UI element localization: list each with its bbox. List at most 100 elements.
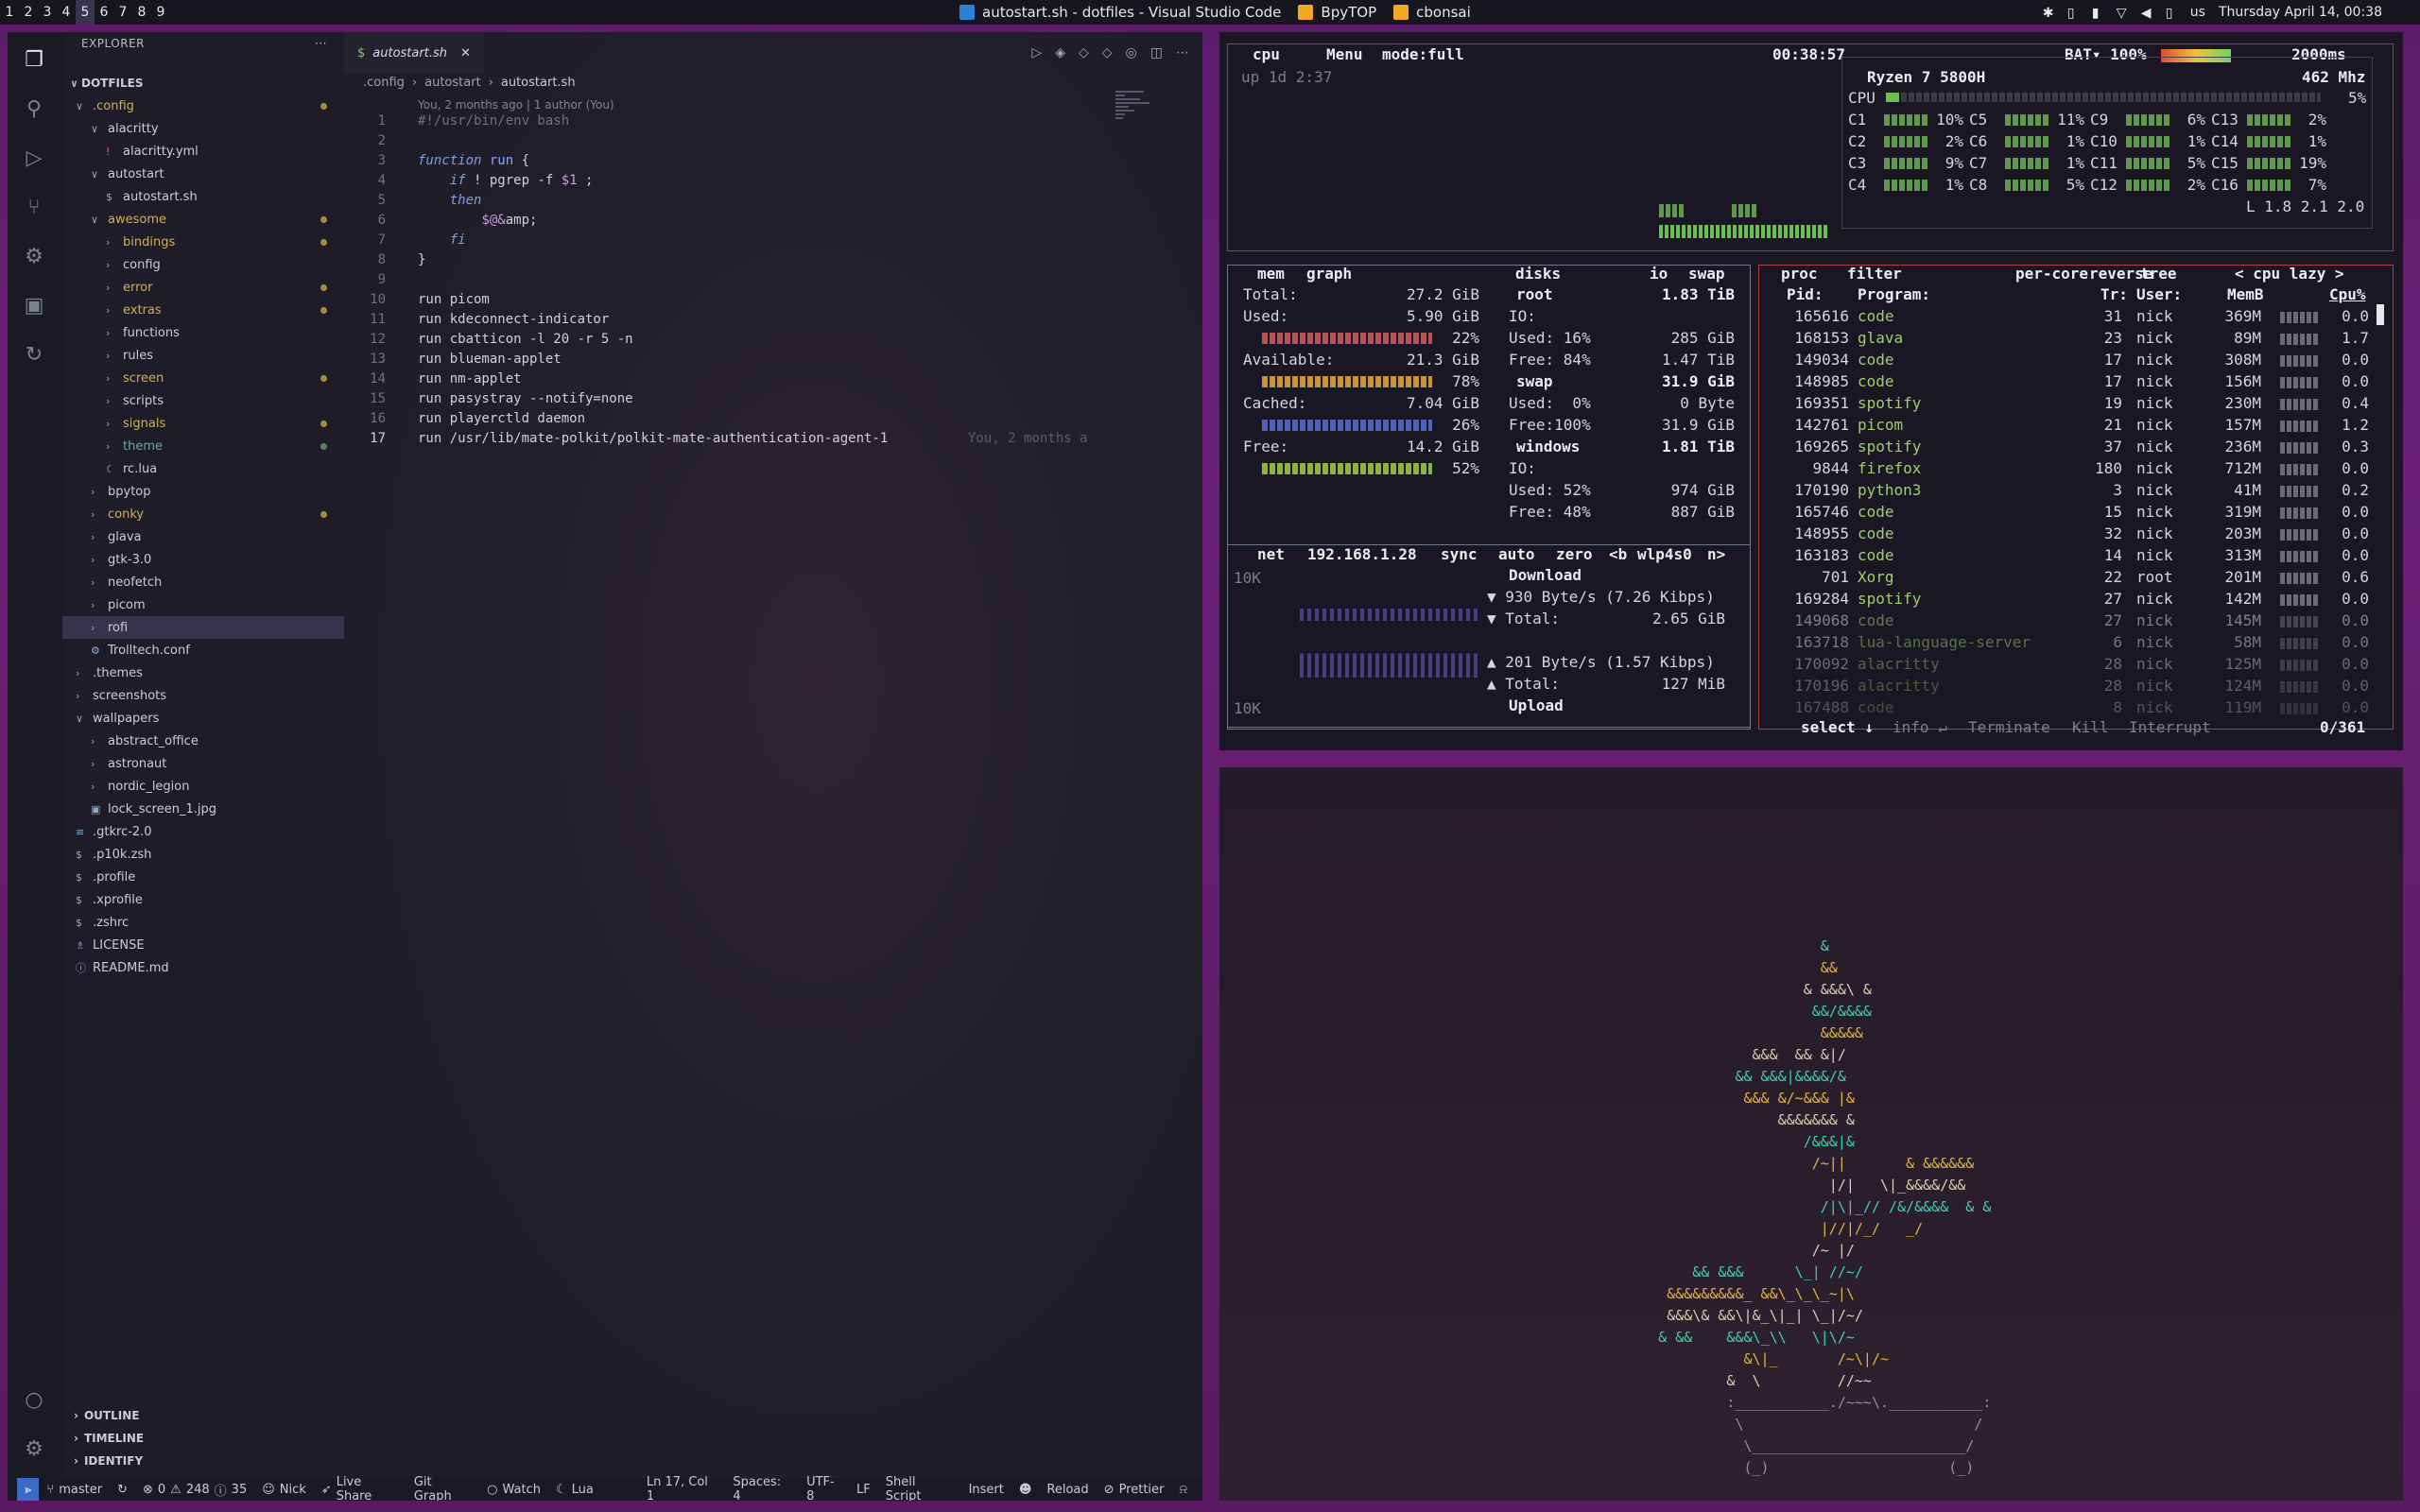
- proc-row[interactable]: 169284 spotify 27 nick 142M 0.0: [1768, 590, 2382, 611]
- file-item[interactable]: $ .p10k.zsh: [62, 843, 344, 866]
- split-editor-icon[interactable]: ◫: [1150, 45, 1163, 60]
- sync-button[interactable]: ↻: [117, 1483, 128, 1497]
- proc-row[interactable]: 165616 code 31 nick 369M 0.0: [1768, 307, 2382, 329]
- volume-icon[interactable]: ◀: [2141, 6, 2152, 21]
- proc-row[interactable]: 149034 code 17 nick 308M 0.0: [1768, 351, 2382, 372]
- file-item[interactable]: ⚙ Trolltech.conf: [62, 639, 344, 662]
- workspace-4[interactable]: 4: [57, 0, 76, 25]
- folder-item[interactable]: › error: [62, 276, 344, 299]
- workspace-9[interactable]: 9: [151, 0, 170, 25]
- source-control-icon[interactable]: ⑂: [20, 193, 48, 221]
- workspace-root[interactable]: ∨ DOTFILES: [62, 72, 344, 94]
- git-previous-icon[interactable]: ◇: [1079, 45, 1089, 60]
- folder-item[interactable]: › abstract_office: [62, 730, 344, 752]
- language-mode[interactable]: Shell Script: [886, 1475, 954, 1501]
- minimap[interactable]: [1115, 89, 1191, 146]
- folder-item[interactable]: ∨ alacritty: [62, 117, 344, 140]
- explorer-icon[interactable]: ❐: [20, 45, 48, 74]
- folder-item[interactable]: › conky: [62, 503, 344, 525]
- proc-scrollbar[interactable]: [2377, 304, 2384, 325]
- file-item[interactable]: ▣ lock_screen_1.jpg: [62, 798, 344, 820]
- git-compare-icon[interactable]: ◈: [1055, 45, 1065, 60]
- proc-row[interactable]: 163718 lua-language-server 6 nick 58M 0.0: [1768, 633, 2382, 655]
- folder-item[interactable]: › rules: [62, 344, 344, 367]
- folder-item[interactable]: › neofetch: [62, 571, 344, 593]
- eol[interactable]: LF: [856, 1483, 871, 1497]
- proc-row[interactable]: 148955 code 32 nick 203M 0.0: [1768, 524, 2382, 546]
- live-share-icon[interactable]: ↻: [20, 340, 48, 369]
- workspace-2[interactable]: 2: [19, 0, 38, 25]
- folder-item[interactable]: › screenshots: [62, 684, 344, 707]
- proc-row[interactable]: 169351 spotify 19 nick 230M 0.4: [1768, 394, 2382, 416]
- user-indicator[interactable]: ☺ Nick: [262, 1483, 306, 1497]
- folder-item[interactable]: › screen: [62, 367, 344, 389]
- folder-item[interactable]: › bpytop: [62, 480, 344, 503]
- remote-explorer-icon[interactable]: ▣: [20, 291, 48, 319]
- branch-indicator[interactable]: ⑂ master: [46, 1483, 102, 1497]
- blame-header[interactable]: You, 2 months ago | 1 author (You): [418, 98, 614, 112]
- folder-item[interactable]: › .themes: [62, 662, 344, 684]
- workspace-7[interactable]: 7: [113, 0, 132, 25]
- workspace-8[interactable]: 8: [132, 0, 151, 25]
- more-actions-icon[interactable]: ⋯: [1176, 45, 1189, 60]
- live-share-button[interactable]: ➶ Live Share: [321, 1475, 399, 1501]
- account-icon[interactable]: ○: [20, 1385, 48, 1414]
- docker-icon[interactable]: ⚙: [20, 242, 48, 270]
- breadcrumb-item[interactable]: autostart: [424, 76, 481, 90]
- section-timeline[interactable]: › TIMELINE: [62, 1427, 355, 1450]
- folder-item[interactable]: › config: [62, 253, 344, 276]
- file-item[interactable]: ⓘ README.md: [62, 956, 344, 979]
- folder-item[interactable]: › picom: [62, 593, 344, 616]
- file-item[interactable]: $ autostart.sh: [62, 185, 344, 208]
- explorer-more-actions-button[interactable]: ···: [315, 37, 327, 50]
- folder-item[interactable]: › functions: [62, 321, 344, 344]
- folder-item[interactable]: › scripts: [62, 389, 344, 412]
- bluetooth-icon[interactable]: ✱: [2043, 6, 2054, 21]
- file-item[interactable]: ☾ rc.lua: [62, 457, 344, 480]
- folder-item[interactable]: › bindings: [62, 231, 344, 253]
- lua-button[interactable]: ☾ Lua: [556, 1483, 594, 1497]
- clock[interactable]: Thursday April 14, 00:38: [2219, 5, 2382, 20]
- proc-row[interactable]: 168153 glava 23 nick 89M 1.7: [1768, 329, 2382, 351]
- folder-item[interactable]: ∨ .config: [62, 94, 344, 117]
- run-icon[interactable]: ▷: [1031, 45, 1042, 60]
- section-identify[interactable]: › IDENTIFY: [62, 1450, 355, 1472]
- problems-indicator[interactable]: ⊗ 0 ⚠ 248 ⓘ 35: [143, 1481, 247, 1499]
- workspace-6[interactable]: 6: [95, 0, 113, 25]
- proc-row[interactable]: 167488 code 8 nick 119M 0.0: [1768, 698, 2382, 720]
- section-outline[interactable]: › OUTLINE: [62, 1404, 355, 1427]
- folder-item[interactable]: ∨ awesome: [62, 208, 344, 231]
- run-debug-icon[interactable]: ▷: [20, 144, 48, 172]
- indentation[interactable]: Spaces: 4: [733, 1475, 791, 1501]
- keyboard-layout[interactable]: us: [2190, 5, 2205, 20]
- window-item[interactable]: autostart.sh - dotfiles - Visual Studio …: [959, 4, 1281, 21]
- proc-row[interactable]: 165746 code 15 nick 319M 0.0: [1768, 503, 2382, 524]
- folder-item[interactable]: › glava: [62, 525, 344, 548]
- wifi-icon[interactable]: ▽: [2117, 6, 2128, 21]
- proc-row[interactable]: 701 Xorg 22 root 201M 0.6: [1768, 568, 2382, 590]
- encoding[interactable]: UTF-8: [806, 1475, 841, 1501]
- file-item[interactable]: $ .xprofile: [62, 888, 344, 911]
- workspace-3[interactable]: 3: [38, 0, 57, 25]
- proc-row[interactable]: 142761 picom 21 nick 157M 1.2: [1768, 416, 2382, 438]
- folder-item[interactable]: › extras: [62, 299, 344, 321]
- breadcrumb-item[interactable]: .config: [363, 76, 405, 90]
- folder-item[interactable]: › astronaut: [62, 752, 344, 775]
- cursor-position[interactable]: Ln 17, Col 1: [647, 1475, 718, 1501]
- file-item[interactable]: ♗ LICENSE: [62, 934, 344, 956]
- battery-icon[interactable]: ▮: [2092, 6, 2103, 21]
- remote-indicator-icon[interactable]: ⪢: [17, 1478, 40, 1501]
- battery-status-icon[interactable]: ▯: [2166, 6, 2177, 21]
- open-changes-icon[interactable]: ◎: [1126, 45, 1137, 60]
- reload-button[interactable]: Reload: [1046, 1483, 1088, 1497]
- proc-row[interactable]: 148985 code 17 nick 156M 0.0: [1768, 372, 2382, 394]
- proc-row[interactable]: 163183 code 14 nick 313M 0.0: [1768, 546, 2382, 568]
- notifications-button[interactable]: ⍾: [1179, 1483, 1187, 1497]
- search-icon[interactable]: ⚲: [20, 94, 48, 123]
- git-next-icon[interactable]: ◇: [1102, 45, 1113, 60]
- proc-row[interactable]: 170190 python3 3 nick 41M 0.2: [1768, 481, 2382, 503]
- file-item[interactable]: ! alacritty.yml: [62, 140, 344, 163]
- settings-gear-icon[interactable]: ⚙: [20, 1435, 48, 1463]
- window-item[interactable]: cbonsai: [1393, 4, 1471, 21]
- phone-icon[interactable]: ▯: [2067, 6, 2079, 21]
